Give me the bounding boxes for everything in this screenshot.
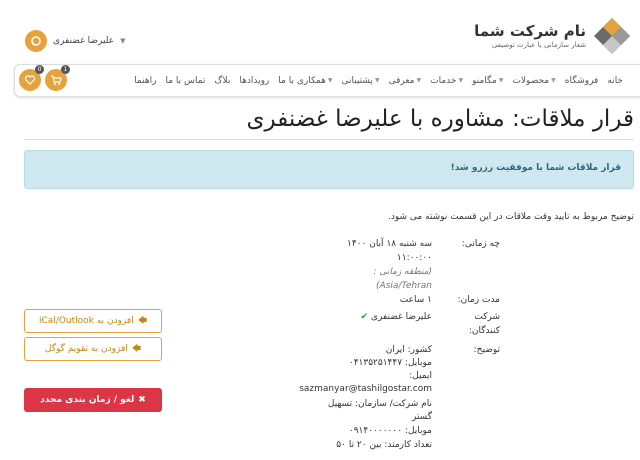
wishlist-button[interactable]: 0 (19, 65, 44, 91)
participants-label-line1: شرکت (474, 312, 500, 322)
desc-line: تعداد کارمند: بین ۲۰ تا ۵۰ (336, 440, 432, 450)
nav-item[interactable]: پشتیبانی ▼ (342, 76, 380, 86)
close-icon: ✖ (138, 395, 146, 405)
company-logo[interactable]: نام شرکت شما شعار سازمانی یا عبارت توصیف… (474, 14, 632, 58)
logo-mark-icon (592, 16, 632, 56)
timezone-label: (منطقه زمانی : (373, 267, 432, 277)
desc-line: موبایل: ۰۴۱۳۵۲۵۱۴۴۷ (348, 358, 432, 368)
nav-menu: خانه فروشگاه محصولات ▼ مگامنو ▼ خدمات ▼ معرفی ▼ پش… (134, 65, 623, 96)
nav-item[interactable]: تماس با ما (165, 76, 205, 86)
nav-item-label: تماس با ما (165, 75, 206, 86)
nav-item-label: فروشگاه (564, 75, 599, 86)
desc-line: نام شرکت/ سازمان: تسهیل (327, 399, 432, 409)
nav-item-label: خانه (607, 75, 623, 86)
desc-line: موبایل: ۰۹۱۴۰۰۰۰۰۰۰ (348, 426, 432, 436)
when-label: چه زمانی: (461, 239, 500, 249)
duration-label: مدت زمان: (457, 295, 500, 305)
add-to-google-calendar-button[interactable]: 🡄 افزودن به تقویم گوگل (24, 337, 162, 361)
desc-line: ایمیل: (409, 371, 432, 381)
nav-item-label: راهنما (134, 75, 157, 86)
wishlist-count-badge: 0 (35, 65, 44, 74)
add-to-ical-button[interactable]: 🡄 افزودن به iCal/Outlook (24, 309, 162, 333)
cart-icon (51, 75, 62, 85)
desc-line: کشور: ایران (385, 345, 432, 355)
nav-item-label: خدمات (430, 75, 457, 86)
main-navbar: خانه فروشگاه محصولات ▼ مگامنو ▼ خدمات ▼ معرفی ▼ پش… (14, 64, 640, 97)
brand-name: نام شرکت شما (474, 22, 586, 40)
chevron-down-icon: ▼ (551, 77, 556, 84)
chevron-down-icon: ▼ (498, 77, 504, 84)
nav-item-label: بلاگ (214, 75, 231, 86)
desc-line: گستر (412, 412, 432, 422)
participant-name: علیرضا غضنفری (370, 312, 432, 322)
cancel-label: لغو / زمان بندی مجدد (40, 395, 135, 405)
intro-text: توضیح مربوط به تایید وقت ملاقات در این ق… (388, 212, 634, 222)
nav-item[interactable]: همکاری با ما ▼ (278, 76, 332, 86)
add-to-google-label: افزودن به تقویم گوگل (44, 344, 128, 354)
cancel-reschedule-button[interactable]: ✖ لغو / زمان بندی مجدد (24, 388, 162, 412)
when-time: ۱۱:۰۰:۰۰ (396, 253, 432, 263)
nav-item-label: همکاری با ما (278, 75, 326, 86)
alert-text: قرار ملاقات شما با موفقیت رزرو شد! (450, 163, 621, 173)
nav-item[interactable]: بلاگ (214, 76, 230, 86)
page-title: قرار ملاقات: مشاوره با علیرضا غضنفری (246, 106, 634, 132)
check-icon: ✔ (360, 312, 369, 322)
nav-item-label: مگامنو (472, 75, 497, 86)
participant-entry: علیرضا غضنفری ✔ (361, 310, 433, 324)
chevron-down-icon: ▼ (416, 77, 422, 84)
duration-value: ۱ ساعت (399, 295, 432, 305)
description-label: توضیح: (473, 345, 500, 355)
arrow-left-icon: 🡄 (137, 316, 147, 326)
heart-icon (24, 75, 36, 85)
nav-item-label: محصولات (512, 75, 550, 86)
user-name: علیرضا غضنفری (53, 36, 115, 46)
chevron-down-icon: ▼ (374, 77, 380, 84)
nav-item[interactable]: معرفی ▼ (389, 76, 422, 86)
nav-item[interactable]: مگامنو ▼ (472, 76, 503, 86)
chevron-down-icon: ▼ (120, 37, 126, 45)
chevron-down-icon: ▼ (458, 77, 464, 84)
success-alert: قرار ملاقات شما با موفقیت رزرو شد! (24, 150, 634, 189)
nav-item[interactable]: فروشگاه (565, 76, 599, 86)
nav-item[interactable]: رویدادها (239, 76, 269, 86)
when-date: سه شنبه ۱۸ آبان ۱۴۰۰ (347, 239, 432, 249)
timezone-value: Asia/Tehran) (376, 281, 432, 291)
chevron-down-icon: ▼ (327, 77, 333, 84)
user-avatar-icon (25, 30, 47, 52)
nav-item-label: رویدادها (239, 75, 270, 86)
desc-line: sazmanyar@tashilgostar.com (299, 384, 432, 394)
nav-item-label: معرفی (388, 75, 415, 86)
divider (24, 139, 634, 140)
brand-tagline: شعار سازمانی یا عبارت توصیفی (491, 41, 586, 49)
cart-count-badge: 1 (61, 65, 70, 74)
participants-label-line2: کنندگان: (468, 326, 500, 336)
nav-item-label: پشتیبانی (341, 75, 373, 86)
nav-item[interactable]: خانه (607, 76, 623, 86)
nav-item[interactable]: راهنما (134, 76, 156, 86)
user-menu[interactable]: علیرضا غضنفری ▼ (25, 30, 125, 52)
nav-item[interactable]: خدمات ▼ (430, 76, 463, 86)
add-to-ical-label: افزودن به iCal/Outlook (39, 316, 134, 326)
arrow-left-icon: 🡄 (131, 344, 142, 354)
cart-button[interactable]: 1 (45, 65, 70, 91)
nav-item[interactable]: محصولات ▼ (512, 76, 555, 86)
